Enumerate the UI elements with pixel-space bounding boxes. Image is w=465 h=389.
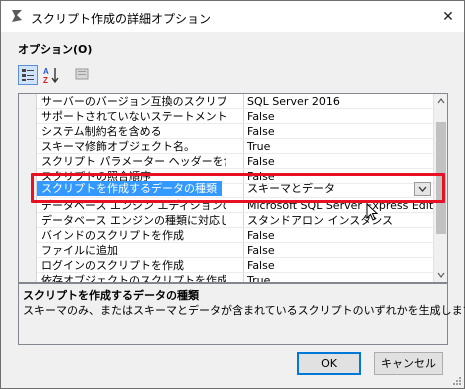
alphabetical-sort-icon: A Z bbox=[43, 67, 59, 85]
description-title: スクリプトを作成するデータの種類 bbox=[23, 289, 199, 302]
scroll-down-icon[interactable] bbox=[435, 270, 447, 280]
grid-row[interactable]: 依存オブジェクトのスクリプトを作成します True bbox=[37, 273, 437, 283]
property-name: スクリプト パラメーター ヘッダーを含める bbox=[41, 155, 226, 168]
property-value[interactable]: False bbox=[247, 258, 437, 273]
description-panel: スクリプトを作成するデータの種類 スキーマのみ、またはスキーマとデータが含まれて… bbox=[18, 283, 465, 345]
property-name: ファイルに追加 bbox=[41, 244, 118, 257]
title-bar[interactable]: スクリプト作成の詳細オプション ✕ bbox=[1, 1, 464, 32]
grid-row[interactable]: サポートされていないステートメントを含め False bbox=[37, 109, 435, 124]
grid-row[interactable]: バインドのスクリプトを作成 False bbox=[37, 228, 435, 243]
options-label: オプション(O) bbox=[18, 43, 93, 56]
grid-row[interactable]: スキーマ修飾オブジェクト名。 True bbox=[37, 139, 435, 154]
property-name: 依存オブジェクトのスクリプトを作成します bbox=[41, 274, 226, 283]
property-name: システム制約名を含める bbox=[41, 125, 162, 138]
property-name: バインドのスクリプトを作成 bbox=[41, 229, 184, 242]
description-text: スキーマのみ、またはスキーマとデータが含まれているスクリプトのいずれかを生成しま… bbox=[23, 304, 465, 317]
svg-text:Z: Z bbox=[43, 76, 48, 85]
scroll-up-icon[interactable] bbox=[435, 96, 447, 106]
property-value[interactable]: True bbox=[247, 273, 437, 282]
categorized-view-button[interactable] bbox=[18, 65, 38, 85]
grid-row[interactable]: サーバーのバージョン互換のスクリプト SQL Server 2016 bbox=[37, 94, 435, 109]
close-button[interactable]: ✕ bbox=[438, 7, 458, 27]
property-pages-button[interactable] bbox=[73, 65, 93, 85]
property-pages-icon bbox=[75, 68, 89, 80]
property-value[interactable]: スタンドアロン インスタンス bbox=[247, 213, 437, 228]
property-value[interactable]: True bbox=[247, 139, 437, 154]
property-name: サポートされていないステートメントを含め bbox=[41, 110, 226, 123]
property-value[interactable]: False bbox=[247, 243, 437, 258]
resize-grip-icon[interactable] bbox=[452, 376, 462, 386]
property-name: ログインのスクリプトを作成 bbox=[41, 259, 184, 272]
dialog-window: スクリプト作成の詳細オプション ✕ オプション(O) A Z サーバーのバージョ… bbox=[0, 0, 465, 389]
property-value[interactable]: False bbox=[247, 228, 437, 243]
grid-row[interactable]: システム制約名を含める False bbox=[37, 124, 435, 139]
grid-row[interactable]: ファイルに追加 False bbox=[37, 243, 435, 258]
grid-row[interactable]: スクリプト パラメーター ヘッダーを含める False bbox=[37, 154, 435, 169]
alphabetical-button[interactable]: A Z bbox=[41, 65, 61, 85]
window-title: スクリプト作成の詳細オプション bbox=[31, 12, 212, 26]
annotation-highlight-box bbox=[31, 173, 445, 203]
property-name: サーバーのバージョン互換のスクリプト bbox=[41, 95, 226, 108]
property-value[interactable]: SQL Server 2016 bbox=[247, 94, 437, 109]
ok-button[interactable]: OK bbox=[297, 352, 361, 375]
property-name: スキーマ修飾オブジェクト名。 bbox=[41, 140, 195, 153]
cancel-button[interactable]: キャンセル bbox=[374, 352, 443, 375]
property-name: データベース エンジンの種類に対応した bbox=[41, 214, 226, 227]
property-value[interactable]: False bbox=[247, 109, 437, 124]
mouse-cursor-icon bbox=[366, 203, 379, 221]
svg-text:A: A bbox=[43, 67, 49, 76]
grid-row[interactable]: ログインのスクリプトを作成 False bbox=[37, 258, 435, 273]
property-value[interactable]: False bbox=[247, 154, 437, 169]
property-value[interactable]: False bbox=[247, 124, 437, 139]
ssms-app-icon bbox=[12, 10, 22, 22]
categorized-view-icon bbox=[22, 69, 34, 81]
